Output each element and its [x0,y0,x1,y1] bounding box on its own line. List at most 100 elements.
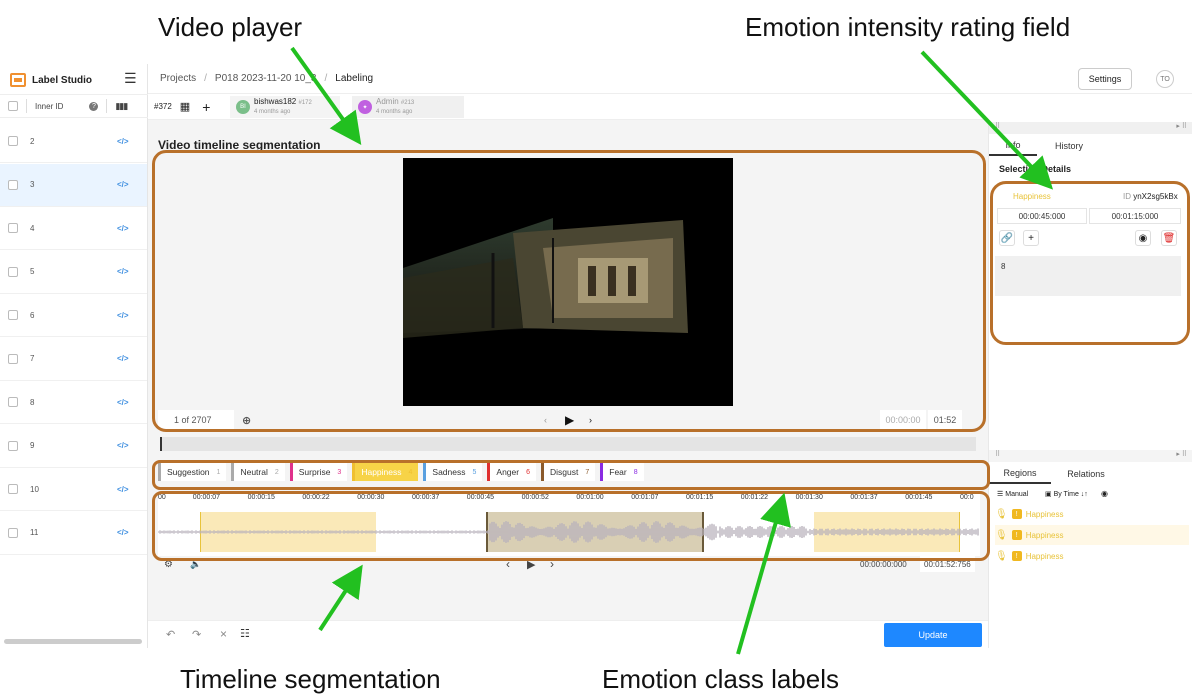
prev-frame-icon[interactable]: ‹ [544,410,547,430]
code-icon[interactable]: </> [117,137,129,146]
timeline-segmentation[interactable]: 00 00:00:07 00:00:15 00:00:22 00:00:30 00:00:… [158,492,980,556]
frame-current[interactable]: 1 [174,415,179,425]
emotion-intensity-field[interactable]: 8 [995,256,1181,296]
task-checkbox[interactable] [8,527,18,538]
grid-icon[interactable]: ▦ [180,100,190,113]
video-scrubber[interactable] [160,437,976,451]
select-all-checkbox[interactable] [8,101,18,111]
region-list-item[interactable]: 🎙! Happiness [995,546,1189,566]
timeline-prev-icon[interactable]: ‹ [506,556,510,572]
task-checkbox[interactable] [8,353,18,364]
timeline-ticks: 00 00:00:07 00:00:15 00:00:22 00:00:30 00:00:… [158,494,980,506]
sort-by-time[interactable]: ▣ By Time ↓↑ [1045,490,1088,498]
user-avatar[interactable]: TO [1156,70,1174,88]
menu-icon[interactable]: ☰ [124,71,137,85]
add-annotation-icon[interactable]: + [202,99,210,115]
reset-icon[interactable]: × [220,627,227,641]
label-sadness[interactable]: Sadness 5 [423,463,483,481]
help-icon[interactable]: ? [89,101,99,111]
region-list-item[interactable]: 🎙! Happiness [995,504,1189,524]
label-disgust[interactable]: Disgust 7 [541,463,596,481]
panel-handle[interactable]: ⠿ ▸ ⠿ [989,122,1192,134]
delete-icon[interactable]: 🗑 [1161,230,1177,246]
label-surprise[interactable]: Surprise 3 [289,463,348,481]
label-anger[interactable]: Anger 6 [487,463,536,481]
sidebar-task-row[interactable]: 11 </> [0,512,147,555]
sidebar-task-row[interactable]: 10 </> [0,468,147,511]
tab-info[interactable]: Info [989,136,1037,156]
task-checkbox[interactable] [8,179,18,190]
annotation-card-bishwas[interactable]: BI bishwas182 #172 4 months ago [230,96,340,118]
code-icon[interactable]: </> [117,398,129,407]
sidebar-task-row[interactable]: 8 </> [0,381,147,424]
label-happiness[interactable]: Happiness 4 [352,463,419,481]
sidebar-task-row[interactable]: 9 </> [0,425,147,468]
breadcrumb-projects[interactable]: Projects [160,73,196,84]
panel-handle[interactable]: ⠿ ▸ ⠿ [989,450,1192,462]
gear-icon[interactable]: ⚙ [164,556,173,572]
code-icon[interactable]: </> [117,441,129,450]
add-icon[interactable]: + [1023,230,1039,246]
code-icon[interactable]: </> [117,180,129,189]
volume-icon[interactable]: 🔈 [190,556,201,572]
link-icon[interactable]: 🔗 [999,230,1015,246]
tab-relations[interactable]: Relations [1051,464,1121,484]
task-checkbox[interactable] [8,266,18,277]
regions-visibility-icon[interactable]: ◉ [1101,489,1108,498]
undo-icon[interactable]: ↶ [166,628,175,641]
code-icon[interactable]: </> [117,485,129,494]
play-icon[interactable]: ▶ [565,410,574,430]
sidebar-task-row[interactable]: 4 </> [0,207,147,250]
zoom-icon[interactable]: ⊕ [242,410,251,430]
task-checkbox[interactable] [8,310,18,320]
timeline-tick-label: 00:00:45 [466,494,495,501]
tab-history[interactable]: History [1037,136,1101,156]
settings-sliders-icon[interactable]: ☷ [240,627,250,640]
label-fear[interactable]: Fear 8 [600,463,644,481]
task-checkbox[interactable] [8,440,18,451]
microphone-icon: 🎙 [995,529,1008,541]
visibility-icon[interactable]: ◉ [1135,230,1151,246]
code-icon[interactable]: </> [117,528,129,537]
task-checkbox[interactable] [8,136,18,146]
code-icon[interactable]: </> [117,311,129,320]
brand[interactable]: Label Studio [10,71,92,89]
code-icon[interactable]: </> [117,224,129,233]
code-icon[interactable]: </> [117,267,129,276]
audio-waveform [158,521,979,543]
task-checkbox[interactable] [8,484,18,494]
timeline-next-icon[interactable]: › [550,556,554,572]
annotation-card-admin[interactable]: ✦ Admin #213 4 months ago [352,96,464,118]
update-button[interactable]: Update [884,623,982,647]
label-name: Surprise [298,467,331,477]
sidebar-scrollbar[interactable] [4,639,142,644]
task-inner-id: 5 [30,267,35,276]
redo-icon[interactable]: ↷ [192,628,201,641]
region-end-time[interactable]: 00:01:15:000 [1089,208,1181,224]
labeling-main: Video timeline segmentation 1 of 2707 ⊕ … [148,120,988,648]
next-frame-icon[interactable]: › [589,410,592,430]
timeline-tick-label: 00:01:22 [740,494,769,501]
columns-icon[interactable]: ▮▮▮ [115,101,128,112]
sort-manual[interactable]: ☰ Manual [997,490,1028,498]
sidebar-task-row[interactable]: 5 </> [0,251,147,294]
tab-regions[interactable]: Regions [989,464,1051,484]
timeline-tick-label: 00:00:07 [192,494,221,501]
code-icon[interactable]: </> [117,354,129,363]
label-hotkey: 5 [472,468,477,476]
breadcrumb-project[interactable]: P018 2023-11-20 10_3 [215,73,317,84]
timeline-play-icon[interactable]: ▶ [527,556,535,572]
label-suggestion[interactable]: Suggestion 1 [158,463,227,481]
label-neutral[interactable]: Neutral 2 [231,463,285,481]
sidebar-task-row[interactable]: 7 </> [0,338,147,381]
task-checkbox[interactable] [8,223,18,233]
sidebar-task-row[interactable]: 2 </> [0,120,147,163]
region-list-item[interactable]: 🎙! Happiness [995,525,1189,545]
task-checkbox[interactable] [8,397,18,407]
inner-id-header[interactable]: Inner ID [35,102,63,111]
settings-button[interactable]: Settings [1078,68,1132,90]
sidebar-task-row[interactable]: 3 </> [0,163,147,207]
region-start-time[interactable]: 00:00:45:000 [997,208,1087,224]
video-frame[interactable] [403,158,733,406]
sidebar-task-row[interactable]: 6 </> [0,294,147,337]
